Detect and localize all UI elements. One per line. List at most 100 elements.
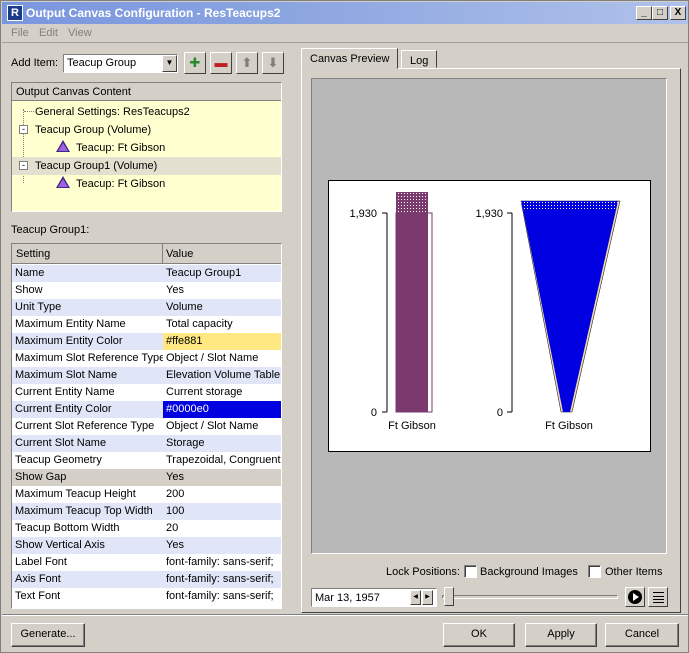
move-up-button[interactable]: ⬆ [236, 52, 258, 74]
teacup-label: Ft Gibson [388, 420, 436, 432]
date-increment-button[interactable]: ▶ [422, 590, 433, 605]
setting-name: Maximum Entity Name [15, 318, 126, 330]
setting-value[interactable]: Teacup Group1 [163, 265, 281, 282]
tree-item-teacup-group[interactable]: - Teacup Group (Volume) [12, 121, 281, 139]
setting-value[interactable]: Yes [163, 469, 281, 486]
setting-value[interactable]: Trapezoidal, Congruent [163, 452, 281, 469]
setting-name: Show [15, 284, 43, 296]
collapse-icon[interactable]: - [19, 161, 28, 170]
menu-file[interactable]: File [11, 27, 29, 39]
table-row[interactable]: Teacup Geometry Trapezoidal, Congruent [12, 452, 281, 469]
setting-value[interactable]: 20 [163, 520, 281, 537]
setting-value[interactable]: 200 [163, 486, 281, 503]
menu-bar: File Edit View [2, 24, 688, 43]
table-row[interactable]: Axis Font font-family: sans-serif; [12, 571, 281, 588]
other-items-checkbox[interactable] [588, 565, 601, 578]
tree-item-teacup-group1[interactable]: - Teacup Group1 (Volume) [12, 157, 281, 175]
table-row[interactable]: Show Gap Yes [12, 469, 281, 486]
remove-button[interactable]: ▬ [210, 52, 232, 74]
setting-name: Maximum Slot Name [15, 369, 118, 381]
ok-button[interactable]: OK [443, 623, 515, 647]
table-row[interactable]: Show Yes [12, 282, 281, 299]
axis-min-label: 0 [371, 407, 377, 419]
setting-value[interactable]: #0000e0 [163, 401, 281, 418]
table-row[interactable]: Maximum Slot Name Elevation Volume Table [12, 367, 281, 384]
setting-name: Maximum Teacup Top Width [15, 505, 153, 517]
setting-value[interactable]: Yes [163, 282, 281, 299]
setting-name: Axis Font [15, 573, 61, 585]
tab-canvas-preview[interactable]: Canvas Preview [301, 48, 399, 69]
table-row[interactable]: Maximum Entity Name Total capacity [12, 316, 281, 333]
table-row[interactable]: Current Slot Name Storage [12, 435, 281, 452]
date-decrement-button[interactable]: ◀ [410, 590, 421, 605]
setting-value[interactable]: font-family: sans-serif; [163, 588, 281, 605]
arrow-up-icon: ⬆ [241, 55, 253, 70]
close-button[interactable]: X [670, 6, 686, 20]
arrow-down-icon: ⬇ [267, 55, 279, 70]
add-button[interactable]: ✚ [184, 52, 206, 74]
setting-value[interactable]: #ffe881 [163, 333, 281, 350]
setting-value[interactable]: Current storage [163, 384, 281, 401]
table-row[interactable]: Current Entity Color #0000e0 [12, 401, 281, 418]
table-row[interactable]: Unit Type Volume [12, 299, 281, 316]
table-row[interactable]: Teacup Bottom Width 20 [12, 520, 281, 537]
date-field[interactable]: Mar 13, 1957 ◀ ▶ [311, 588, 437, 607]
table-row[interactable]: Maximum Slot Reference Type Object / Slot… [12, 350, 281, 367]
collapse-icon[interactable]: - [19, 125, 28, 134]
tree-item-label: General Settings: ResTeacups2 [35, 106, 190, 118]
add-item-label: Add Item: [11, 57, 59, 69]
cancel-button[interactable]: Cancel [605, 623, 679, 647]
table-row[interactable]: Text Font font-family: sans-serif; [12, 588, 281, 605]
setting-name: Maximum Teacup Height [15, 488, 136, 500]
chevron-down-icon[interactable]: ▼ [162, 55, 177, 72]
add-item-select[interactable]: Teacup Group ▼ [63, 54, 178, 73]
setting-value[interactable]: Yes [163, 537, 281, 554]
tree-item-teacup[interactable]: Teacup: Ft Gibson [12, 139, 281, 157]
move-down-button[interactable]: ⬇ [262, 52, 284, 74]
setting-name: Show Gap [15, 471, 67, 483]
setting-value[interactable]: Total capacity [163, 316, 281, 333]
tab-log[interactable]: Log [401, 50, 438, 68]
setting-value[interactable]: font-family: sans-serif; [163, 554, 281, 571]
setting-name: Current Entity Color [15, 403, 112, 415]
setting-value[interactable]: Elevation Volume Table [163, 367, 281, 384]
tree-item-label: Teacup: Ft Gibson [76, 142, 166, 154]
background-images-checkbox[interactable] [464, 565, 477, 578]
playback-settings-button[interactable] [648, 587, 668, 607]
setting-name: Name [15, 267, 45, 279]
tree-item-label: Teacup Group (Volume) [35, 124, 152, 136]
table-row[interactable]: Maximum Entity Color #ffe881 [12, 333, 281, 350]
tree-item-general-settings[interactable]: General Settings: ResTeacups2 [12, 103, 281, 121]
table-row[interactable]: Show Vertical Axis Yes [12, 537, 281, 554]
play-button[interactable] [625, 587, 645, 607]
minus-icon: ▬ [214, 55, 228, 70]
menu-view[interactable]: View [68, 27, 92, 39]
setting-value[interactable]: Volume [163, 299, 281, 316]
timestep-slider-track[interactable] [442, 595, 618, 599]
setting-value[interactable]: Object / Slot Name [163, 350, 281, 367]
table-row[interactable]: Current Slot Reference Type Object / Slot… [12, 418, 281, 435]
apply-button[interactable]: Apply [525, 623, 597, 647]
table-row[interactable]: Maximum Teacup Top Width 100 [12, 503, 281, 520]
generate-button[interactable]: Generate... [11, 623, 85, 647]
menu-edit[interactable]: Edit [39, 27, 58, 39]
table-row[interactable]: Maximum Teacup Height 200 [12, 486, 281, 503]
tree-item-teacup[interactable]: Teacup: Ft Gibson [12, 175, 281, 193]
date-value: Mar 13, 1957 [315, 592, 380, 604]
title-bar[interactable]: R Output Canvas Configuration - ResTeacu… [2, 2, 688, 24]
table-header: Setting Value [12, 244, 281, 264]
setting-name: Maximum Entity Color [15, 335, 123, 347]
setting-value[interactable]: Storage [163, 435, 281, 452]
properties-table: Setting Value Name Teacup Group1 Show Yes Un… [11, 243, 282, 609]
minimize-button[interactable]: _ [636, 6, 652, 20]
canvas-content-tree: Output Canvas Content General Settings: … [11, 82, 282, 212]
timestep-slider-thumb[interactable] [444, 587, 454, 606]
maximize-button[interactable]: □ [652, 6, 668, 20]
setting-name: Maximum Slot Reference Type [15, 352, 163, 364]
setting-value[interactable]: 100 [163, 503, 281, 520]
table-row[interactable]: Label Font font-family: sans-serif; [12, 554, 281, 571]
setting-value[interactable]: font-family: sans-serif; [163, 571, 281, 588]
setting-value[interactable]: Object / Slot Name [163, 418, 281, 435]
table-row[interactable]: Name Teacup Group1 [12, 265, 281, 282]
table-row[interactable]: Current Entity Name Current storage [12, 384, 281, 401]
